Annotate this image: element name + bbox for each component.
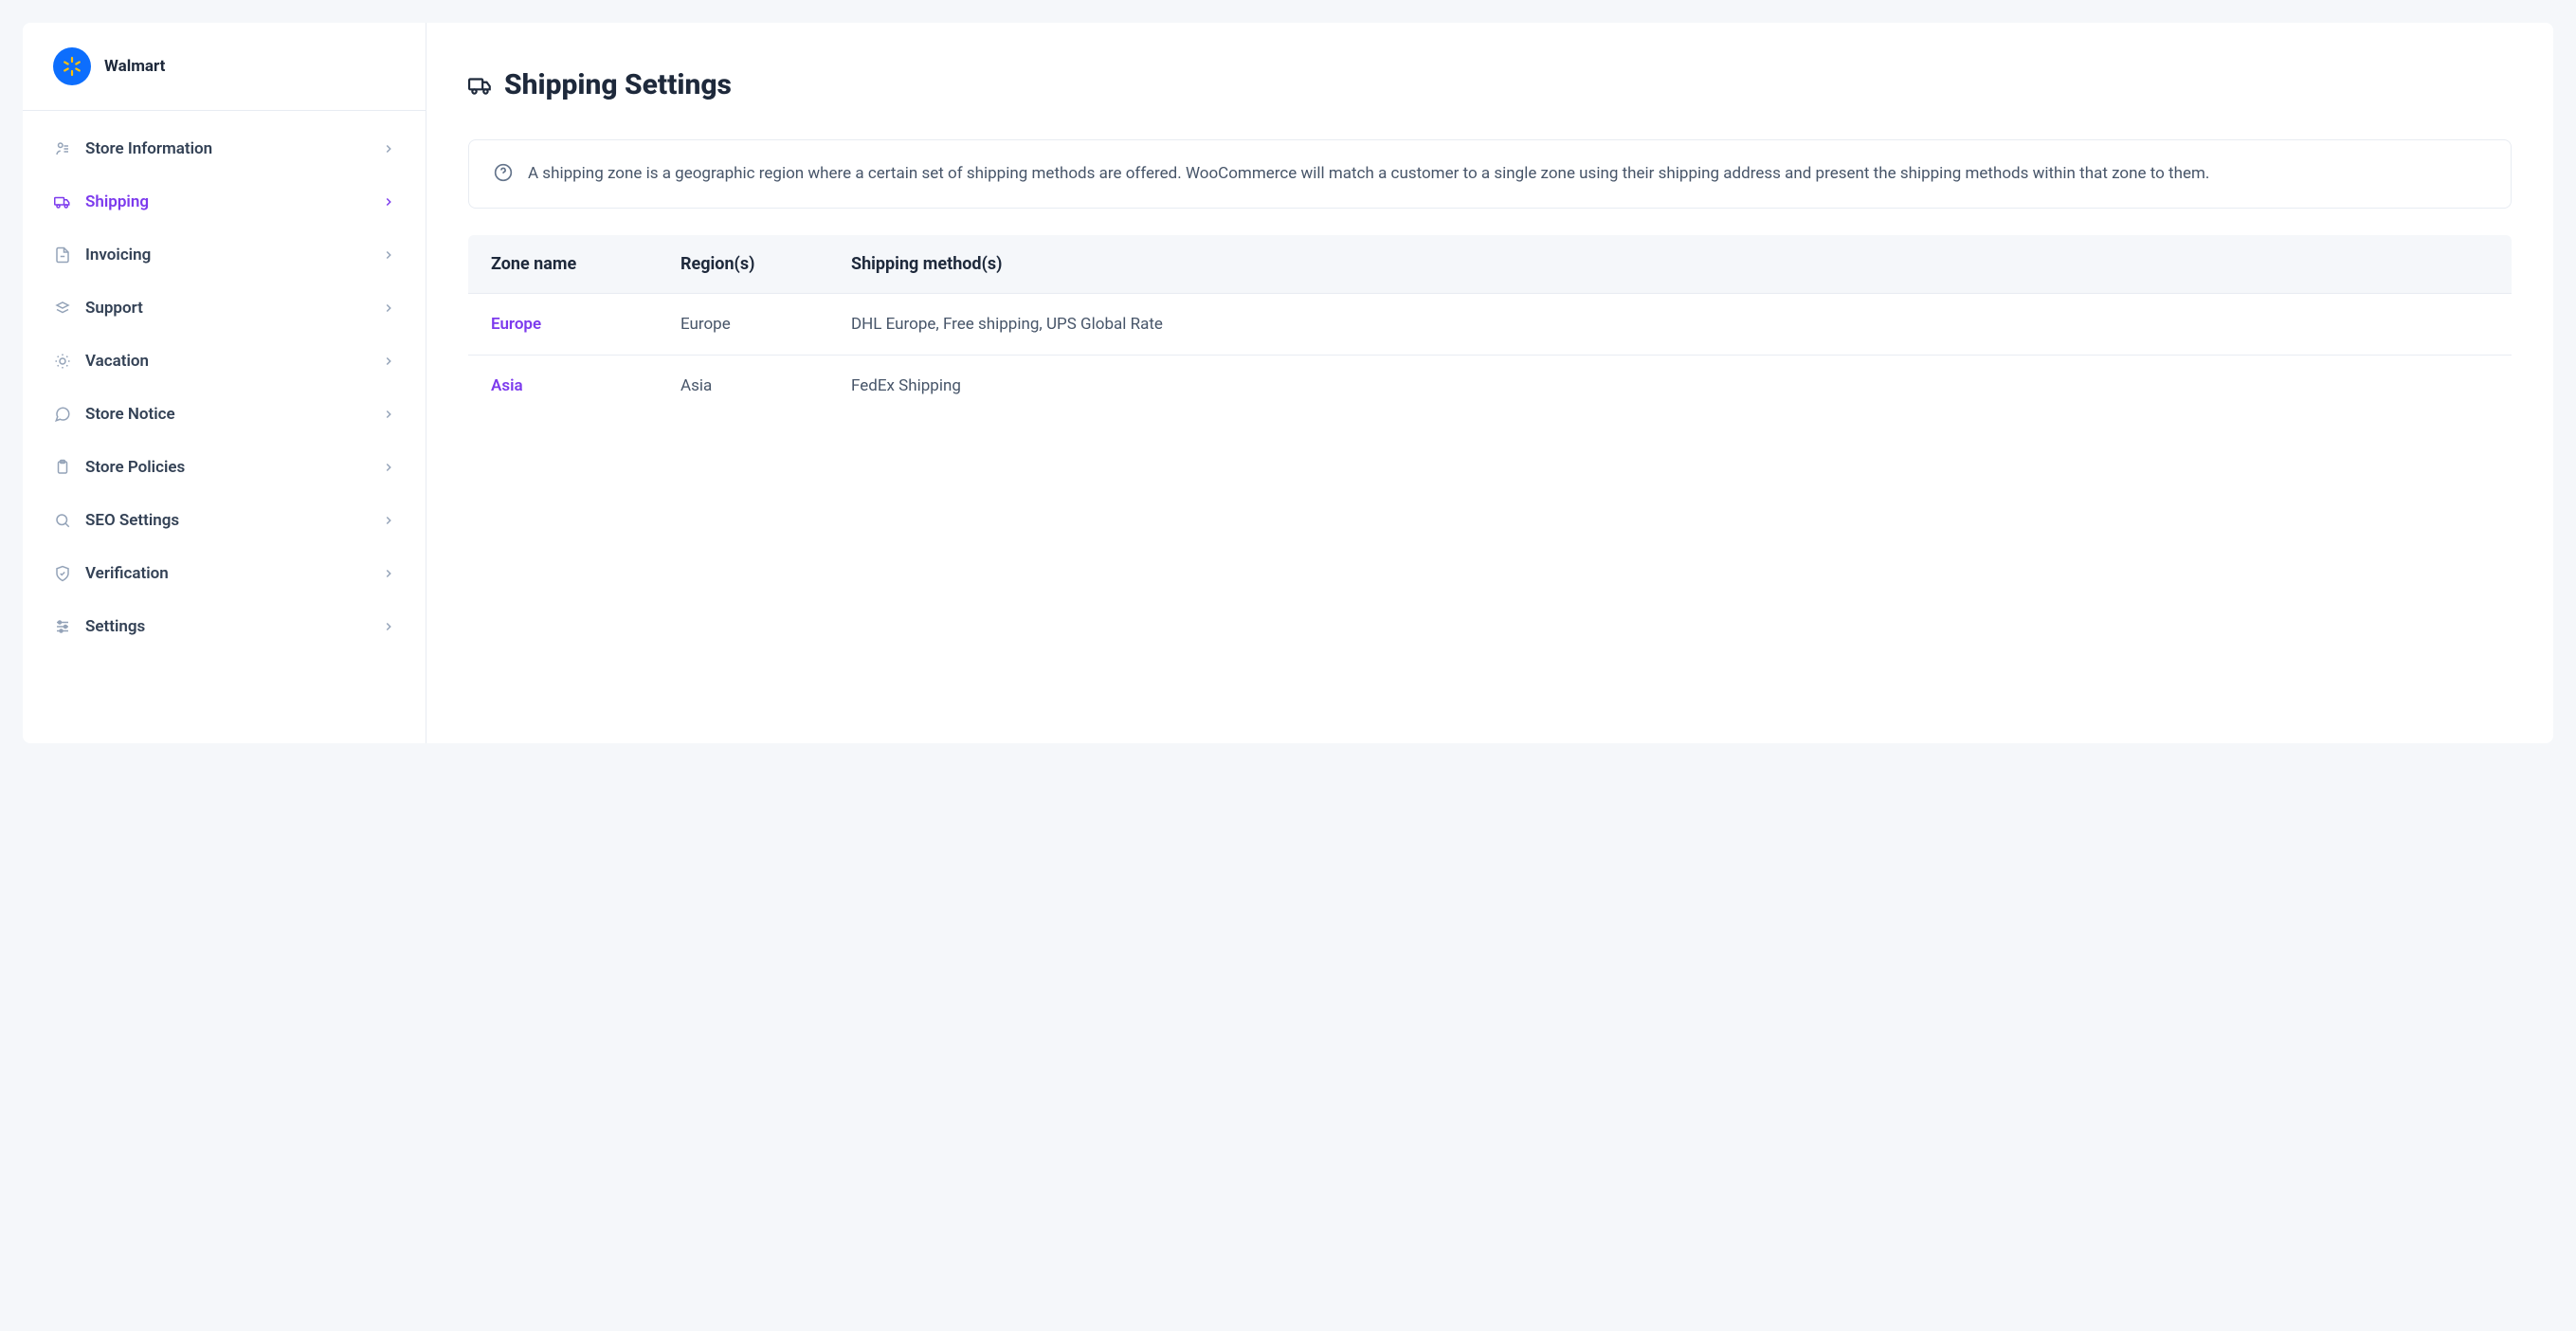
person-card-icon	[53, 139, 72, 158]
sidebar: Walmart Store Information Shipp	[23, 23, 426, 743]
truck-icon	[53, 192, 72, 211]
sidebar-item-invoicing[interactable]: Invoicing	[23, 228, 426, 282]
sidebar-item-label: SEO Settings	[85, 511, 369, 530]
sidebar-item-store-policies[interactable]: Store Policies	[23, 441, 426, 494]
info-text: A shipping zone is a geographic region w…	[528, 161, 2209, 187]
chevron-right-icon	[382, 620, 395, 633]
sidebar-item-vacation[interactable]: Vacation	[23, 335, 426, 388]
zone-methods: DHL Europe, Free shipping, UPS Global Ra…	[851, 315, 2489, 334]
sidebar-item-seo-settings[interactable]: SEO Settings	[23, 494, 426, 547]
sidebar-item-label: Store Information	[85, 139, 369, 158]
sidebar-item-label: Settings	[85, 617, 369, 636]
table-header: Zone name Region(s) Shipping method(s)	[468, 235, 2512, 294]
search-icon	[53, 511, 72, 530]
chevron-right-icon	[382, 461, 395, 474]
store-name: Walmart	[104, 57, 165, 76]
info-box: A shipping zone is a geographic region w…	[468, 139, 2512, 209]
zone-name-link[interactable]: Asia	[491, 376, 680, 395]
sidebar-item-support[interactable]: Support	[23, 282, 426, 335]
sidebar-item-label: Store Notice	[85, 405, 369, 424]
sidebar-item-store-notice[interactable]: Store Notice	[23, 388, 426, 441]
clipboard-icon	[53, 458, 72, 477]
sidebar-item-settings[interactable]: Settings	[23, 600, 426, 653]
sliders-icon	[53, 617, 72, 636]
file-icon	[53, 246, 72, 264]
sidebar-item-label: Verification	[85, 564, 369, 583]
chevron-right-icon	[382, 195, 395, 209]
sidebar-nav: Store Information Shipping	[23, 111, 426, 665]
sun-icon	[53, 352, 72, 371]
store-header: Walmart	[23, 23, 426, 111]
shield-check-icon	[53, 564, 72, 583]
page-title: Shipping Settings	[504, 68, 732, 101]
truck-icon	[468, 73, 493, 98]
zone-region: Asia	[680, 376, 851, 395]
message-icon	[53, 405, 72, 424]
sidebar-item-label: Vacation	[85, 352, 369, 371]
sidebar-item-shipping[interactable]: Shipping	[23, 175, 426, 228]
chevron-right-icon	[382, 408, 395, 421]
table-row: Asia Asia FedEx Shipping	[468, 356, 2512, 416]
zone-methods: FedEx Shipping	[851, 376, 2489, 395]
chevron-right-icon	[382, 301, 395, 315]
chevron-right-icon	[382, 514, 395, 527]
sidebar-item-label: Store Policies	[85, 458, 369, 477]
zone-name-link[interactable]: Europe	[491, 315, 680, 334]
shipping-zones-table: Zone name Region(s) Shipping method(s) E…	[468, 235, 2512, 416]
chevron-right-icon	[382, 567, 395, 580]
store-logo-icon	[53, 47, 91, 85]
col-header-zone: Zone name	[491, 254, 680, 274]
sidebar-item-label: Support	[85, 299, 369, 318]
ticket-icon	[53, 299, 72, 318]
col-header-region: Region(s)	[680, 254, 851, 274]
col-header-methods: Shipping method(s)	[851, 254, 2489, 274]
zone-region: Europe	[680, 315, 851, 334]
page-title-row: Shipping Settings	[468, 68, 2512, 101]
sidebar-item-label: Shipping	[85, 192, 369, 211]
chevron-right-icon	[382, 142, 395, 155]
chevron-right-icon	[382, 355, 395, 368]
main-content: Shipping Settings A shipping zone is a g…	[426, 23, 2553, 743]
chevron-right-icon	[382, 248, 395, 262]
sidebar-item-label: Invoicing	[85, 246, 369, 264]
help-circle-icon	[494, 163, 513, 182]
table-row: Europe Europe DHL Europe, Free shipping,…	[468, 294, 2512, 356]
sidebar-item-verification[interactable]: Verification	[23, 547, 426, 600]
sidebar-item-store-information[interactable]: Store Information	[23, 122, 426, 175]
